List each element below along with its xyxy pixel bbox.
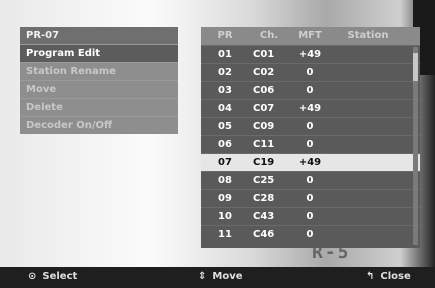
table-scrollbar[interactable] xyxy=(413,47,418,245)
row-mft: 0 xyxy=(306,211,314,222)
row-ch: C19 xyxy=(253,157,275,168)
row-ch: C11 xyxy=(253,139,275,150)
row-pr: 07 xyxy=(218,157,232,168)
row-mft: 0 xyxy=(306,229,314,240)
footer-close-label: Close xyxy=(380,271,411,282)
menu-item-delete[interactable]: Delete xyxy=(20,98,178,116)
row-pr: 03 xyxy=(218,85,232,96)
menu-item-decoder-on-off[interactable]: Decoder On/Off xyxy=(20,116,178,134)
row-ch: C06 xyxy=(253,85,275,96)
table-row[interactable]: 06 C11 0 xyxy=(201,135,420,153)
row-station xyxy=(331,208,405,225)
table-row[interactable]: 07 C19 +49 xyxy=(201,153,420,171)
menu-item-program-edit[interactable]: Program Edit xyxy=(20,44,178,62)
row-ch: C02 xyxy=(253,67,275,78)
row-mft: 0 xyxy=(306,121,314,132)
row-mft: 0 xyxy=(306,85,314,96)
select-icon: ⊙ xyxy=(28,271,37,282)
header-ch: Ch. xyxy=(259,30,279,41)
menu-item-move[interactable]: Move xyxy=(20,80,178,98)
header-station: Station xyxy=(347,30,389,41)
row-mft: +49 xyxy=(298,103,322,114)
table-row[interactable]: 03 C06 0 xyxy=(201,81,420,99)
row-ch: C43 xyxy=(253,211,275,222)
row-pr: 01 xyxy=(218,49,232,60)
row-mft: 0 xyxy=(306,67,314,78)
row-station xyxy=(331,46,405,63)
scrollbar-thumb[interactable] xyxy=(413,53,418,81)
row-station xyxy=(331,82,405,99)
row-pr: 10 xyxy=(218,211,232,222)
row-station xyxy=(331,226,405,243)
row-ch: C01 xyxy=(253,49,275,60)
row-mft: 0 xyxy=(306,193,314,204)
footer-select: ⊙ Select xyxy=(28,271,77,282)
table-row[interactable]: 01 C01 +49 xyxy=(201,45,420,63)
table-row[interactable]: 08 C25 0 xyxy=(201,171,420,189)
row-station xyxy=(331,154,405,171)
program-menu: PR-07 Program Edit Station Rename Move Dele… xyxy=(20,27,178,134)
row-mft: +49 xyxy=(298,157,322,168)
row-mft: 0 xyxy=(306,175,314,186)
row-ch: C28 xyxy=(253,193,275,204)
row-pr: 06 xyxy=(218,139,232,150)
menu-title: PR-07 xyxy=(20,27,178,44)
table-header: PR Ch. MFT Station xyxy=(201,27,420,45)
footer-close: ↰ Close xyxy=(366,271,411,282)
return-icon: ↰ xyxy=(366,271,375,282)
header-mft: MFT xyxy=(298,30,322,41)
menu-item-station-rename[interactable]: Station Rename xyxy=(20,62,178,80)
move-updown-icon: ⇕ xyxy=(198,271,207,282)
table-row[interactable]: 09 C28 0 xyxy=(201,189,420,207)
row-station xyxy=(331,100,405,117)
table-row[interactable]: 05 C09 0 xyxy=(201,117,420,135)
row-ch: C07 xyxy=(253,103,275,114)
row-pr: 05 xyxy=(218,121,232,132)
footer-move-label: Move xyxy=(212,271,243,282)
header-pr: PR xyxy=(217,30,233,41)
row-pr: 02 xyxy=(218,67,232,78)
table-row[interactable]: 02 C02 0 xyxy=(201,63,420,81)
row-mft: +49 xyxy=(298,49,322,60)
row-pr: 11 xyxy=(218,229,232,240)
table-row[interactable]: 04 C07 +49 xyxy=(201,99,420,117)
footer-hint-bar: ⊙ Select ⇕ Move ↰ Close xyxy=(0,267,435,288)
table-row[interactable]: 11 C46 0 xyxy=(201,225,420,243)
row-ch: C25 xyxy=(253,175,275,186)
row-ch: C09 xyxy=(253,121,275,132)
table-row[interactable]: 10 C43 0 xyxy=(201,207,420,225)
row-station xyxy=(331,190,405,207)
row-station xyxy=(331,64,405,81)
row-pr: 08 xyxy=(218,175,232,186)
row-pr: 04 xyxy=(218,103,232,114)
footer-move: ⇕ Move xyxy=(198,271,243,282)
channel-table: PR Ch. MFT Station 01 C01 +49 02 C02 0 03 C06 0 0… xyxy=(201,27,420,248)
row-station xyxy=(331,118,405,135)
row-mft: 0 xyxy=(306,139,314,150)
row-station xyxy=(331,172,405,189)
footer-select-label: Select xyxy=(42,271,78,282)
row-station xyxy=(331,136,405,153)
row-pr: 09 xyxy=(218,193,232,204)
row-ch: C46 xyxy=(253,229,275,240)
